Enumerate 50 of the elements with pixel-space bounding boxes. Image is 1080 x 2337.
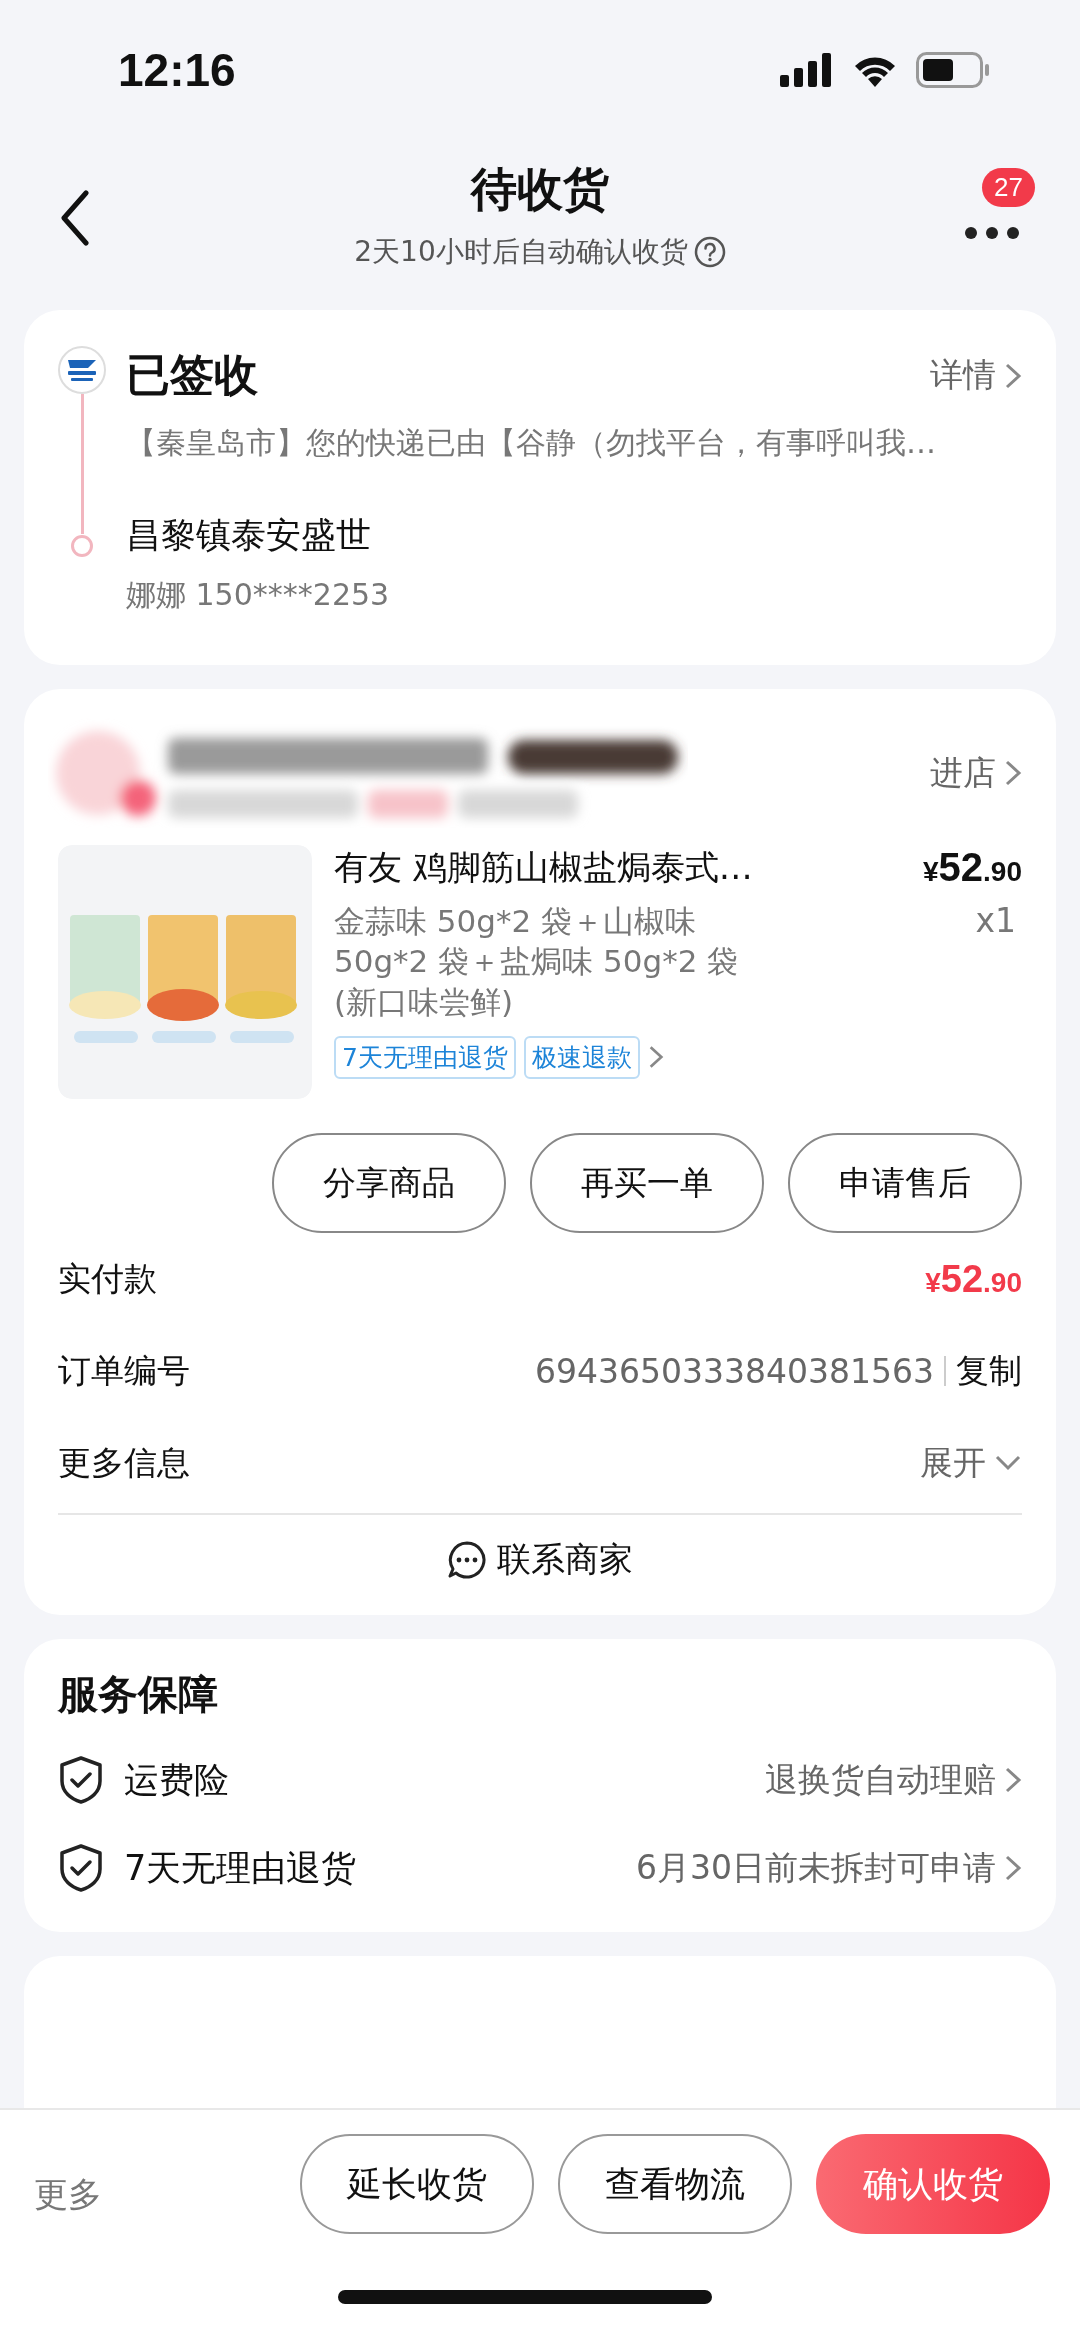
signal-icon xyxy=(780,53,834,87)
details-link[interactable]: 详情 xyxy=(930,353,1022,398)
chevron-down-icon xyxy=(994,1454,1022,1472)
order-number: 6943650333840381563 xyxy=(535,1351,934,1391)
section-title: 服务保障 xyxy=(58,1670,219,1719)
more-icon[interactable] xyxy=(964,226,1020,240)
courier-logo-icon xyxy=(58,346,106,394)
chevron-icon xyxy=(1004,759,1022,787)
order-action-button[interactable]: 再买一单 xyxy=(530,1133,764,1233)
chat-icon xyxy=(447,1540,487,1580)
product-price: ¥52.90 xyxy=(923,845,1022,890)
info-label: 订单编号 xyxy=(58,1349,190,1392)
service-detail-link[interactable]: 退换货自动理赔 xyxy=(765,1757,1022,1803)
info-label: 更多信息 xyxy=(58,1441,190,1484)
copy-link[interactable]: 复制 xyxy=(956,1348,1022,1394)
service-tag: 极速退款 xyxy=(523,1035,640,1079)
auto-confirm-note: 2天10小时后自动确认收货 xyxy=(354,234,688,270)
expand-link[interactable]: 展开 xyxy=(920,1440,1022,1486)
notification-badge: 27 xyxy=(982,168,1035,207)
chevron-icon xyxy=(1004,1766,1022,1794)
service-name: 7天无理由退货 xyxy=(124,1846,357,1890)
page-title: 待收货 xyxy=(471,161,609,218)
delivery-address: 昌黎镇泰安盛世 xyxy=(126,514,372,557)
info-label: 实付款 xyxy=(58,1257,157,1300)
help-icon[interactable] xyxy=(693,236,726,268)
shield-check-icon xyxy=(58,1843,104,1893)
enter-store-link[interactable]: 进店 xyxy=(930,750,1022,796)
battery-icon xyxy=(916,52,990,88)
bottom-action-button[interactable]: 查看物流 xyxy=(558,2134,792,2234)
chevron-icon xyxy=(1004,1854,1022,1882)
contact-merchant-button[interactable]: 联系商家 xyxy=(437,1527,643,1593)
product-spec: 金蒜味 50g*2 袋＋山椒味 50g*2 袋＋盐焗味 50g*2 袋 (新口味尝鲜) xyxy=(334,902,740,1022)
service-name: 运费险 xyxy=(124,1758,229,1802)
chevron-icon[interactable] xyxy=(647,1044,664,1071)
order-action-button[interactable]: 分享商品 xyxy=(272,1133,506,1233)
back-icon[interactable] xyxy=(60,190,90,246)
paid-amount: ¥52.90 xyxy=(925,1257,1022,1301)
order-action-button[interactable]: 申请售后 xyxy=(788,1133,1022,1233)
more-link[interactable]: 更多 xyxy=(34,2172,102,2218)
service-tag: 7天无理由退货 xyxy=(334,1035,516,1079)
status-time: 12:16 xyxy=(118,43,236,97)
chevron-icon xyxy=(1004,361,1022,390)
product-title[interactable]: 有友 鸡脚筋山椒盐焗泰式… xyxy=(334,845,753,891)
quantity: x1 xyxy=(975,901,1016,940)
bottom-action-button[interactable]: 延长收货 xyxy=(300,2134,534,2234)
delivery-status: 已签收 xyxy=(126,348,258,402)
shield-check-icon xyxy=(58,1755,104,1805)
recipient-contact: 娜娜 150****2253 xyxy=(126,576,391,614)
service-detail-link[interactable]: 6月30日前未拆封可申请 xyxy=(636,1845,1022,1891)
tracking-message: 【秦皇岛市】您的快递已由【谷静（勿找平台，有事呼叫我… xyxy=(126,424,937,462)
